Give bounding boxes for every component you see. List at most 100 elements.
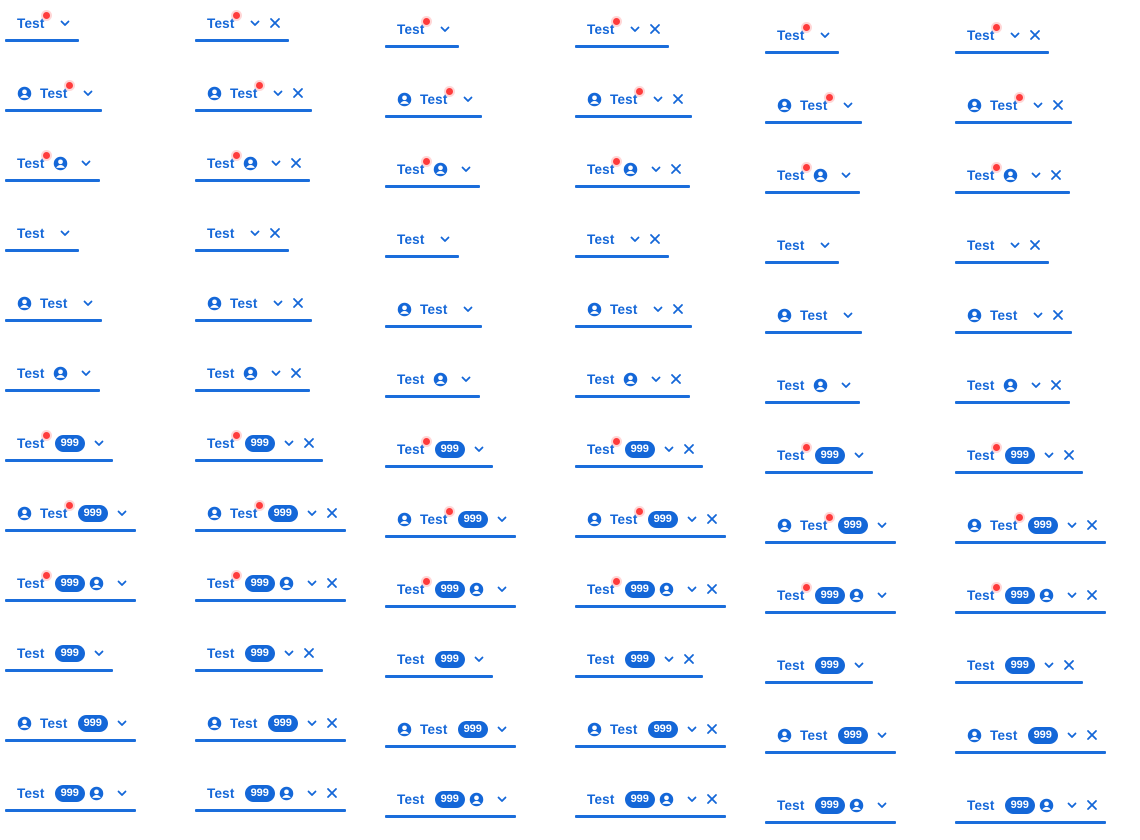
tab-item[interactable]: Test 999 — [195, 425, 323, 462]
tab-item[interactable]: Test 999 — [955, 787, 1106, 824]
chevron-down-icon[interactable] — [1009, 29, 1021, 41]
chevron-down-icon[interactable] — [1032, 99, 1044, 111]
chevron-down-icon[interactable] — [116, 577, 128, 589]
chevron-down-icon[interactable] — [306, 577, 318, 589]
tab-item[interactable]: Test — [385, 11, 459, 48]
tab-item[interactable]: Test — [195, 285, 312, 322]
chevron-down-icon[interactable] — [652, 303, 664, 315]
chevron-down-icon[interactable] — [249, 17, 261, 29]
tab-item[interactable]: Test 999 — [765, 647, 873, 684]
close-icon[interactable] — [1052, 309, 1064, 321]
tab-item[interactable]: Test — [575, 291, 692, 328]
tab-item[interactable]: Test — [5, 5, 79, 42]
tab-item[interactable]: Test 999 — [765, 577, 896, 614]
chevron-down-icon[interactable] — [1009, 239, 1021, 251]
chevron-down-icon[interactable] — [686, 723, 698, 735]
tab-item[interactable]: Test — [955, 367, 1070, 404]
close-icon[interactable] — [706, 583, 718, 595]
chevron-down-icon[interactable] — [272, 87, 284, 99]
chevron-down-icon[interactable] — [650, 163, 662, 175]
chevron-down-icon[interactable] — [1066, 799, 1078, 811]
tab-item[interactable]: Test — [385, 291, 482, 328]
tab-item[interactable]: Test 999 — [195, 705, 346, 742]
chevron-down-icon[interactable] — [629, 23, 641, 35]
close-icon[interactable] — [706, 723, 718, 735]
chevron-down-icon[interactable] — [1032, 309, 1044, 321]
close-icon[interactable] — [269, 227, 281, 239]
tab-item[interactable]: Test 999 — [575, 571, 726, 608]
chevron-down-icon[interactable] — [1066, 589, 1078, 601]
chevron-down-icon[interactable] — [496, 513, 508, 525]
chevron-down-icon[interactable] — [460, 373, 472, 385]
tab-item[interactable]: Test 999 — [575, 431, 703, 468]
chevron-down-icon[interactable] — [116, 717, 128, 729]
chevron-down-icon[interactable] — [93, 437, 105, 449]
tab-item[interactable]: Test 999 — [5, 565, 136, 602]
tab-item[interactable]: Test 999 — [955, 717, 1106, 754]
tab-item[interactable]: Test — [385, 221, 459, 258]
close-icon[interactable] — [683, 653, 695, 665]
tab-item[interactable]: Test 999 — [195, 635, 323, 672]
tab-item[interactable]: Test 999 — [765, 507, 896, 544]
tab-item[interactable]: Test 999 — [765, 717, 896, 754]
chevron-down-icon[interactable] — [1043, 449, 1055, 461]
close-icon[interactable] — [326, 717, 338, 729]
close-icon[interactable] — [290, 367, 302, 379]
tab-item[interactable]: Test 999 — [195, 775, 346, 812]
close-icon[interactable] — [326, 507, 338, 519]
chevron-down-icon[interactable] — [842, 309, 854, 321]
tab-item[interactable]: Test — [765, 227, 839, 264]
close-icon[interactable] — [1029, 239, 1041, 251]
tab-item[interactable]: Test — [955, 227, 1049, 264]
chevron-down-icon[interactable] — [876, 519, 888, 531]
tab-item[interactable]: Test — [955, 87, 1072, 124]
tab-item[interactable]: Test — [385, 81, 482, 118]
tab-item[interactable]: Test — [575, 11, 669, 48]
tab-item[interactable]: Test — [575, 221, 669, 258]
tab-item[interactable]: Test 999 — [575, 711, 726, 748]
tab-item[interactable]: Test — [385, 151, 480, 188]
tab-item[interactable]: Test 999 — [575, 641, 703, 678]
tab-item[interactable]: Test 999 — [955, 437, 1083, 474]
chevron-down-icon[interactable] — [116, 787, 128, 799]
close-icon[interactable] — [1086, 519, 1098, 531]
tab-item[interactable]: Test 999 — [955, 507, 1106, 544]
chevron-down-icon[interactable] — [842, 99, 854, 111]
tab-item[interactable]: Test 999 — [955, 647, 1083, 684]
tab-item[interactable]: Test — [195, 355, 310, 392]
chevron-down-icon[interactable] — [496, 583, 508, 595]
chevron-down-icon[interactable] — [116, 507, 128, 519]
close-icon[interactable] — [1086, 589, 1098, 601]
chevron-down-icon[interactable] — [59, 17, 71, 29]
chevron-down-icon[interactable] — [652, 93, 664, 105]
tab-item[interactable]: Test — [955, 297, 1072, 334]
tab-item[interactable]: Test 999 — [5, 425, 113, 462]
chevron-down-icon[interactable] — [473, 443, 485, 455]
chevron-down-icon[interactable] — [1030, 379, 1042, 391]
tab-item[interactable]: Test 999 — [385, 571, 516, 608]
chevron-down-icon[interactable] — [272, 297, 284, 309]
tab-item[interactable]: Test — [765, 157, 860, 194]
chevron-down-icon[interactable] — [853, 449, 865, 461]
close-icon[interactable] — [1086, 799, 1098, 811]
tab-item[interactable]: Test 999 — [765, 437, 873, 474]
tab-item[interactable]: Test — [5, 355, 100, 392]
tab-item[interactable]: Test — [575, 361, 690, 398]
tab-item[interactable]: Test — [765, 297, 862, 334]
chevron-down-icon[interactable] — [496, 793, 508, 805]
close-icon[interactable] — [672, 303, 684, 315]
chevron-down-icon[interactable] — [80, 157, 92, 169]
tab-item[interactable]: Test — [5, 145, 100, 182]
close-icon[interactable] — [292, 297, 304, 309]
chevron-down-icon[interactable] — [650, 373, 662, 385]
close-icon[interactable] — [1050, 169, 1062, 181]
chevron-down-icon[interactable] — [93, 647, 105, 659]
close-icon[interactable] — [706, 513, 718, 525]
close-icon[interactable] — [1063, 659, 1075, 671]
close-icon[interactable] — [1050, 379, 1062, 391]
close-icon[interactable] — [269, 17, 281, 29]
tab-item[interactable]: Test 999 — [195, 565, 346, 602]
close-icon[interactable] — [649, 23, 661, 35]
close-icon[interactable] — [303, 437, 315, 449]
tab-item[interactable]: Test 999 — [5, 705, 136, 742]
